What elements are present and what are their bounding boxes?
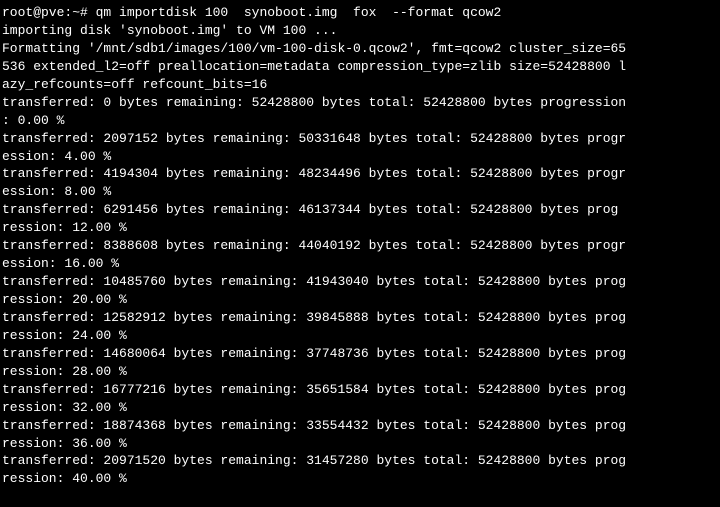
line-9: ession: 4.00 % (2, 148, 718, 166)
line-6: transferred: 0 bytes remaining: 52428800… (2, 94, 718, 112)
line-13: ression: 12.00 % (2, 219, 718, 237)
line-16: transferred: 10485760 bytes remaining: 4… (2, 273, 718, 291)
line-11: ession: 8.00 % (2, 183, 718, 201)
line-24: transferred: 18874368 bytes remaining: 3… (2, 417, 718, 435)
line-27: ression: 40.00 % (2, 470, 718, 488)
line-8: transferred: 2097152 bytes remaining: 50… (2, 130, 718, 148)
line-4: 536 extended_l2=off preallocation=metada… (2, 58, 718, 76)
line-25: ression: 36.00 % (2, 435, 718, 453)
line-14: transferred: 8388608 bytes remaining: 44… (2, 237, 718, 255)
line-10: transferred: 4194304 bytes remaining: 48… (2, 165, 718, 183)
line-18: transferred: 12582912 bytes remaining: 3… (2, 309, 718, 327)
line-19: ression: 24.00 % (2, 327, 718, 345)
line-3: Formatting '/mnt/sdb1/images/100/vm-100-… (2, 40, 718, 58)
line-23: ression: 32.00 % (2, 399, 718, 417)
line-17: ression: 20.00 % (2, 291, 718, 309)
line-2: importing disk 'synoboot.img' to VM 100 … (2, 22, 718, 40)
line-20: transferred: 14680064 bytes remaining: 3… (2, 345, 718, 363)
line-21: ression: 28.00 % (2, 363, 718, 381)
line-7: : 0.00 % (2, 112, 718, 130)
line-15: ession: 16.00 % (2, 255, 718, 273)
line-12: transferred: 6291456 bytes remaining: 46… (2, 201, 718, 219)
terminal-window: root@pve:~# qm importdisk 100 synoboot.i… (0, 0, 720, 507)
line-1: root@pve:~# qm importdisk 100 synoboot.i… (2, 4, 718, 22)
line-22: transferred: 16777216 bytes remaining: 3… (2, 381, 718, 399)
line-5: azy_refcounts=off refcount_bits=16 (2, 76, 718, 94)
line-26: transferred: 20971520 bytes remaining: 3… (2, 452, 718, 470)
